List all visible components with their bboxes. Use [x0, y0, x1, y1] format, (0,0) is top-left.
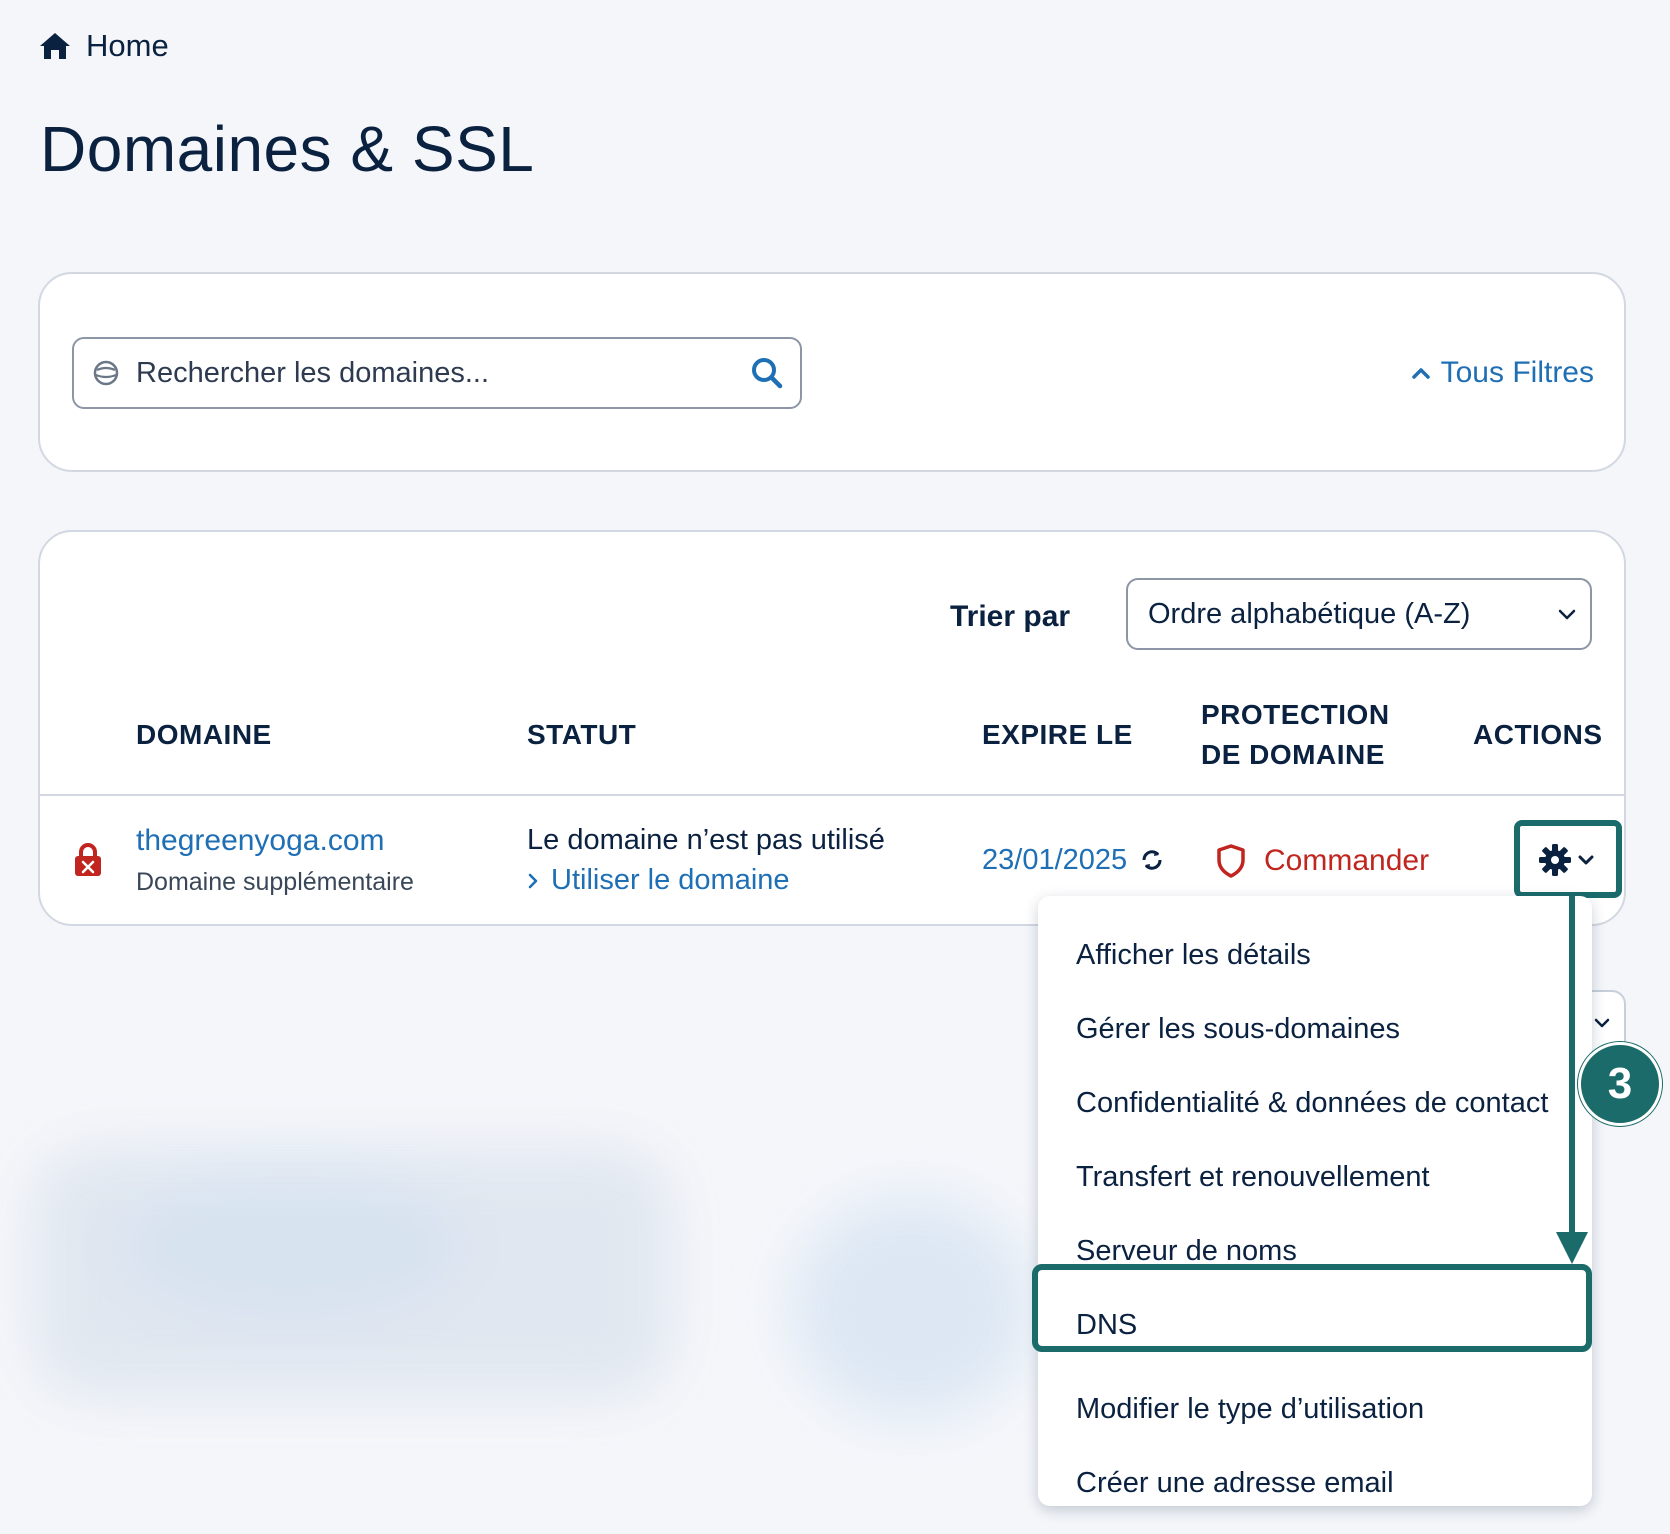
breadcrumb-home-label[interactable]: Home — [86, 28, 169, 64]
expiration-date: 23/01/2025 — [982, 844, 1128, 876]
search-box[interactable] — [72, 337, 802, 409]
sort-selected-value: Ordre alphabétique (A-Z) — [1148, 597, 1471, 630]
page-title: Domaines & SSL — [40, 113, 535, 185]
domain-name-link[interactable]: thegreenyoga.com — [136, 824, 385, 858]
chevron-down-icon — [1558, 609, 1576, 620]
domain-status: Le domaine n’est pas utilisé — [527, 824, 885, 856]
blurred-content — [32, 1148, 1032, 1418]
menu-item-manage-subdomains[interactable]: Gérer les sous-domaines — [1038, 992, 1592, 1066]
auto-renew-icon — [1142, 850, 1162, 870]
menu-item-nameservers[interactable]: Serveur de noms — [1038, 1214, 1592, 1288]
search-icon[interactable] — [750, 356, 784, 390]
menu-item-dns[interactable]: DNS — [1038, 1288, 1592, 1362]
all-filters-label: Tous Filtres — [1440, 356, 1594, 389]
chevron-right-icon — [528, 873, 538, 888]
ssl-lock-error-icon — [75, 843, 101, 876]
search-input[interactable] — [120, 342, 750, 404]
menu-item-transfer-renewal[interactable]: Transfert et renouvellement — [1038, 1140, 1592, 1214]
step-number-badge: 3 — [1578, 1042, 1662, 1126]
column-header-protection[interactable]: PROTECTION DE DOMAINE — [1201, 695, 1390, 775]
shield-icon — [1217, 844, 1245, 878]
all-filters-toggle[interactable]: Tous Filtres — [1411, 356, 1594, 390]
actions-dropdown-menu: Afficher les détails Gérer les sous-doma… — [1038, 896, 1592, 1506]
column-header-actions: ACTIONS — [1473, 719, 1603, 750]
home-icon — [40, 33, 70, 59]
order-protection-link[interactable]: Commander — [1264, 844, 1429, 878]
use-domain-label: Utiliser le domaine — [551, 864, 790, 896]
menu-item-create-email[interactable]: Créer une adresse email — [1038, 1446, 1592, 1520]
menu-item-privacy-contact[interactable]: Confidentialité & données de contact — [1038, 1066, 1592, 1140]
globe-icon — [93, 360, 119, 386]
gear-icon — [1539, 844, 1571, 876]
column-header-status[interactable]: STATUT — [527, 715, 636, 755]
column-header-domain[interactable]: DOMAINE — [136, 715, 272, 755]
column-header-protection-line2: DE DOMAINE — [1201, 739, 1385, 770]
sort-select[interactable]: Ordre alphabétique (A-Z) — [1126, 578, 1592, 650]
column-header-expires[interactable]: EXPIRE LE — [982, 715, 1133, 755]
use-domain-link[interactable]: Utiliser le domaine — [527, 864, 790, 897]
table-header-divider — [40, 794, 1624, 796]
menu-item-change-usage-type[interactable]: Modifier le type d’utilisation — [1038, 1372, 1592, 1446]
sort-label: Trier par — [950, 600, 1071, 633]
chevron-down-icon — [1578, 855, 1594, 865]
chevron-up-icon — [1411, 368, 1430, 379]
menu-item-view-details[interactable]: Afficher les détails — [1038, 918, 1592, 992]
domain-type: Domaine supplémentaire — [136, 868, 414, 896]
column-header-protection-line1: PROTECTION — [1201, 699, 1390, 730]
actions-menu-button[interactable] — [1516, 820, 1616, 900]
breadcrumb[interactable]: Home — [38, 28, 169, 64]
